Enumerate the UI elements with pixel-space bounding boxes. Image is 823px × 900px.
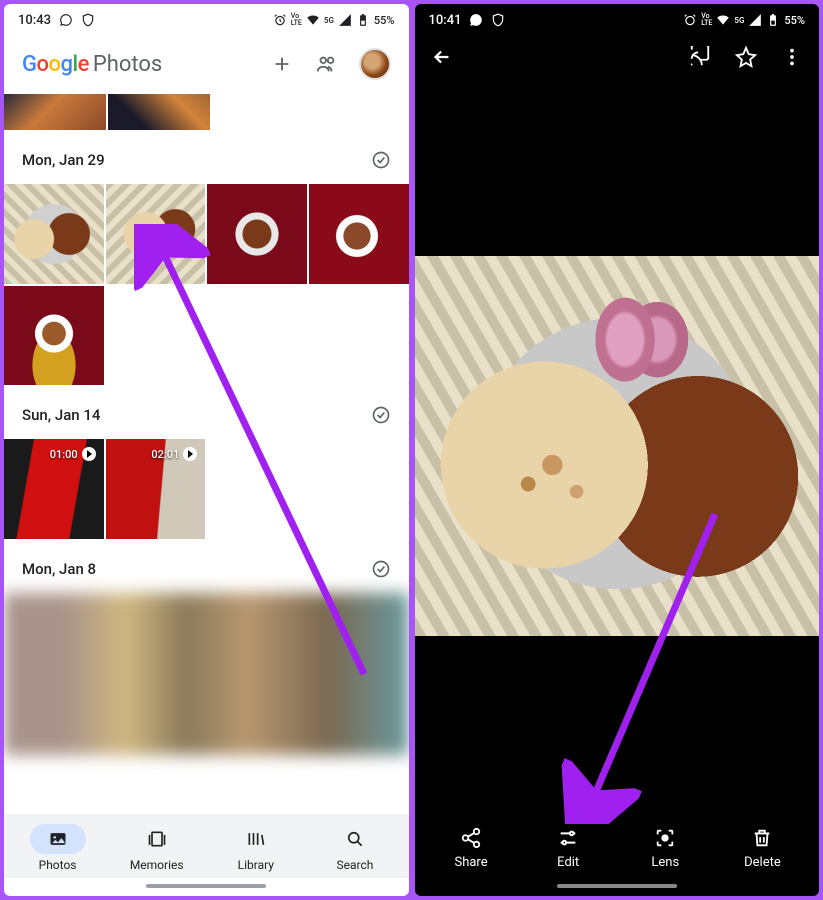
photos-wordmark: Photos bbox=[93, 52, 162, 77]
play-icon bbox=[82, 447, 96, 461]
viewer-bottom-actions: Share Edit Lens Delete bbox=[415, 813, 820, 880]
photo-thumbnail[interactable] bbox=[309, 184, 409, 284]
alarm-icon bbox=[273, 13, 287, 27]
whatsapp-icon bbox=[469, 13, 483, 27]
share-icon bbox=[460, 827, 482, 849]
photo-thumbnail[interactable] bbox=[207, 184, 307, 284]
photos-grid[interactable]: Mon, Jan 29 Sun, Jan 14 01:00 02:01 bbox=[4, 94, 409, 814]
thumbnail-row bbox=[4, 593, 409, 755]
nav-photos[interactable]: Photos bbox=[23, 824, 93, 872]
google-photos-logo: Google Photos bbox=[22, 52, 162, 77]
date-section-header: Sun, Jan 14 bbox=[4, 385, 409, 439]
shield-icon bbox=[491, 13, 505, 27]
battery-icon bbox=[766, 13, 780, 27]
video-thumbnail[interactable]: 01:00 bbox=[4, 439, 104, 539]
battery-percent: 55% bbox=[784, 14, 805, 27]
viewer-top-bar bbox=[415, 36, 820, 78]
battery-icon bbox=[356, 13, 370, 27]
status-time: 10:43 bbox=[18, 13, 51, 28]
alarm-icon bbox=[683, 13, 697, 27]
google-photos-viewer-screen: 10:41 VoLTE 5G 55% Share bbox=[415, 4, 820, 896]
shield-icon bbox=[81, 13, 95, 27]
nav-label: Library bbox=[238, 858, 274, 872]
action-label: Delete bbox=[744, 855, 781, 870]
status-bar: 10:43 VoLTE 5G 55% bbox=[4, 4, 409, 36]
whatsapp-icon bbox=[59, 13, 73, 27]
edit-sliders-icon bbox=[557, 827, 579, 849]
thumbnail-row: 01:00 02:01 bbox=[4, 439, 409, 539]
signal-icon bbox=[338, 13, 352, 27]
photo-thumbnail[interactable] bbox=[4, 184, 104, 284]
sharing-icon[interactable] bbox=[315, 53, 337, 75]
library-icon bbox=[246, 829, 266, 849]
photo-thumbnail[interactable] bbox=[106, 184, 206, 284]
signal-icon bbox=[748, 13, 762, 27]
photo-thumbnail[interactable] bbox=[108, 94, 210, 130]
gesture-handle[interactable] bbox=[557, 884, 677, 888]
lens-button[interactable]: Lens bbox=[630, 827, 700, 870]
nav-label: Memories bbox=[130, 858, 184, 872]
share-button[interactable]: Share bbox=[436, 827, 506, 870]
volte-icon: VoLTE bbox=[291, 13, 302, 27]
play-icon bbox=[183, 447, 197, 461]
select-all-icon[interactable] bbox=[371, 559, 391, 579]
video-duration-badge: 02:01 bbox=[151, 447, 197, 461]
photo-viewport[interactable] bbox=[415, 78, 820, 813]
trash-icon bbox=[751, 827, 773, 849]
network-5g-icon: 5G bbox=[324, 16, 334, 25]
thumbnail-row bbox=[4, 184, 409, 385]
nav-library[interactable]: Library bbox=[221, 824, 291, 872]
volte-icon: VoLTE bbox=[701, 13, 712, 27]
lens-icon bbox=[654, 827, 676, 849]
back-arrow-icon[interactable] bbox=[431, 46, 453, 68]
google-photos-grid-screen: 10:43 VoLTE 5G 55% Google Photos bbox=[4, 4, 409, 896]
battery-percent: 55% bbox=[374, 14, 395, 27]
nav-label: Search bbox=[337, 858, 374, 872]
cast-icon[interactable] bbox=[689, 46, 711, 68]
bottom-navigation: Photos Memories Library Search bbox=[4, 814, 409, 878]
partial-photo-row bbox=[4, 94, 409, 130]
delete-button[interactable]: Delete bbox=[727, 827, 797, 870]
app-header: Google Photos bbox=[4, 36, 409, 94]
displayed-photo[interactable] bbox=[415, 256, 820, 636]
edit-button[interactable]: Edit bbox=[533, 827, 603, 870]
add-icon[interactable] bbox=[271, 53, 293, 75]
video-duration-badge: 01:00 bbox=[50, 447, 96, 461]
status-time: 10:41 bbox=[429, 13, 462, 28]
date-label: Sun, Jan 14 bbox=[22, 406, 100, 424]
nav-memories[interactable]: Memories bbox=[122, 824, 192, 872]
date-label: Mon, Jan 8 bbox=[22, 560, 96, 578]
more-vert-icon[interactable] bbox=[781, 46, 803, 68]
gesture-handle[interactable] bbox=[146, 884, 266, 888]
nav-label: Photos bbox=[39, 858, 77, 872]
action-label: Lens bbox=[651, 855, 679, 870]
date-label: Mon, Jan 29 bbox=[22, 151, 105, 169]
date-section-header: Mon, Jan 29 bbox=[4, 130, 409, 184]
wifi-icon bbox=[716, 13, 730, 27]
photo-thumbnail[interactable] bbox=[4, 593, 409, 755]
account-avatar[interactable] bbox=[359, 48, 391, 80]
select-all-icon[interactable] bbox=[371, 150, 391, 170]
action-label: Edit bbox=[557, 855, 579, 870]
action-label: Share bbox=[454, 855, 487, 870]
photo-thumbnail[interactable] bbox=[4, 286, 104, 386]
network-5g-icon: 5G bbox=[734, 16, 744, 25]
photo-thumbnail[interactable] bbox=[4, 94, 106, 130]
status-bar: 10:41 VoLTE 5G 55% bbox=[415, 4, 820, 36]
select-all-icon[interactable] bbox=[371, 405, 391, 425]
star-icon[interactable] bbox=[735, 46, 757, 68]
video-thumbnail[interactable]: 02:01 bbox=[106, 439, 206, 539]
search-icon bbox=[345, 829, 365, 849]
date-section-header: Mon, Jan 8 bbox=[4, 539, 409, 593]
memories-icon bbox=[147, 829, 167, 849]
photos-icon bbox=[48, 829, 68, 849]
nav-search[interactable]: Search bbox=[320, 824, 390, 872]
google-wordmark: Google bbox=[22, 52, 89, 77]
wifi-icon bbox=[306, 13, 320, 27]
